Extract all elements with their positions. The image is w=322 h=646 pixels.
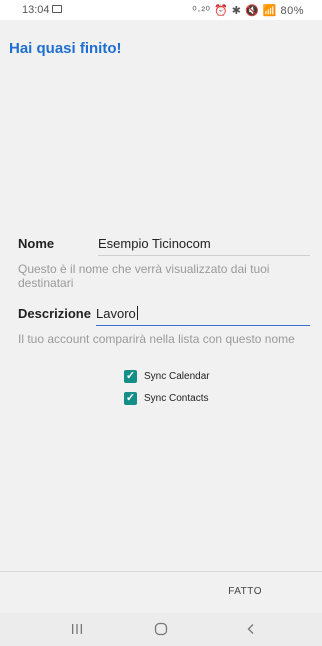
name-label: Nome bbox=[18, 236, 55, 251]
description-row: Descrizione Lavoro bbox=[18, 306, 310, 328]
name-field-value: Esempio Ticinocom bbox=[98, 236, 211, 251]
home-icon bbox=[154, 622, 168, 636]
sync-calendar-checkbox[interactable]: ✓ bbox=[124, 369, 137, 383]
back-button[interactable] bbox=[236, 619, 266, 639]
status-indicators: ⁰·²⁰ ⏰ ✱ 🔇 📶 80% bbox=[192, 5, 304, 17]
done-button[interactable]: FATTO bbox=[228, 586, 262, 597]
checkmark-icon: ✓ bbox=[125, 369, 136, 382]
description-label: Descrizione bbox=[18, 306, 91, 321]
description-helper-text: Il tuo account comparirà nella lista con… bbox=[18, 332, 295, 346]
recent-apps-icon bbox=[72, 624, 82, 634]
bottom-action-bar: FATTO bbox=[0, 571, 322, 613]
status-bar: 13:04 ⁰·²⁰ ⏰ ✱ 🔇 📶 80% bbox=[0, 0, 322, 20]
name-field[interactable]: Esempio Ticinocom bbox=[98, 236, 310, 256]
description-field-value: Lavoro bbox=[96, 306, 136, 321]
text-cursor bbox=[136, 306, 138, 320]
navigation-bar bbox=[0, 613, 322, 646]
sync-calendar-label: Sync Calendar bbox=[144, 370, 210, 382]
sync-contacts-option[interactable]: ✓ Sync Contacts bbox=[124, 390, 208, 406]
image-notification-icon bbox=[52, 5, 62, 13]
recent-apps-button[interactable] bbox=[62, 619, 92, 639]
sync-contacts-checkbox[interactable]: ✓ bbox=[124, 391, 137, 405]
name-row: Nome Esempio Ticinocom bbox=[18, 236, 310, 258]
back-icon bbox=[247, 624, 254, 634]
name-helper-text: Questo è il nome che verrà visualizzato … bbox=[18, 262, 270, 290]
sync-contacts-label: Sync Contacts bbox=[144, 392, 209, 404]
home-button[interactable] bbox=[146, 619, 176, 639]
checkmark-icon: ✓ bbox=[125, 391, 136, 404]
sync-calendar-option[interactable]: ✓ Sync Calendar bbox=[124, 368, 210, 384]
description-field[interactable]: Lavoro bbox=[96, 306, 310, 326]
status-time: 13:04 bbox=[22, 4, 50, 16]
page-title: Hai quasi finito! bbox=[9, 40, 122, 57]
